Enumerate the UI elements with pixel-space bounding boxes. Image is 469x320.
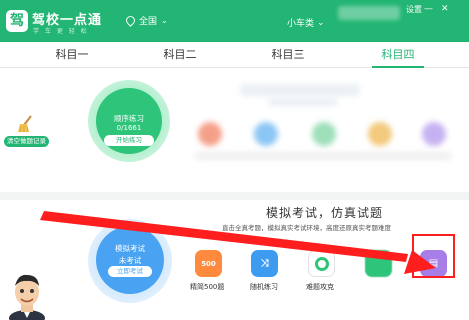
driving-school-app: 驾 驾校一点通 学 车 更 轻 松 全国 ⌄ 小车类 ⌄ 设置 — ✕ 科目一 … [0, 0, 469, 320]
annotation-arrow [40, 211, 436, 274]
mascot-avatar [9, 274, 45, 320]
